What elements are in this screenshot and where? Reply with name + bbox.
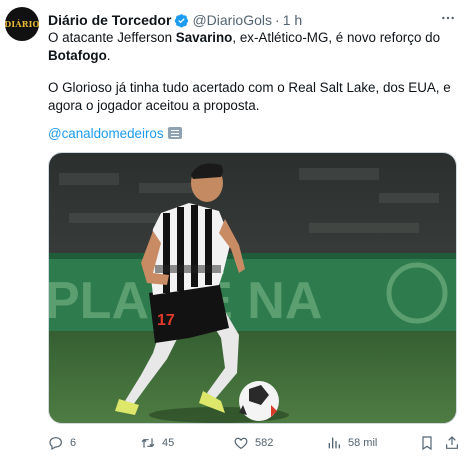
header-separator: ·	[275, 12, 280, 28]
reply-icon	[49, 437, 62, 451]
tweet-header: Diário de Torcedor @DiarioGols · 1 h	[48, 10, 302, 30]
avatar[interactable]: DIÁRIO	[5, 7, 39, 41]
tweet-bold-player: Savarino	[175, 30, 233, 45]
views-button[interactable]: 58 mil	[326, 432, 377, 454]
tweet-text-segment: .	[106, 48, 111, 63]
account-name[interactable]: Diário de Torcedor	[48, 12, 171, 28]
bookmark-icon	[422, 436, 432, 451]
bookmark-button[interactable]	[419, 432, 435, 454]
more-options-icon[interactable]	[438, 8, 458, 28]
retweet-button[interactable]: 45	[140, 432, 174, 454]
retweet-icon	[141, 438, 155, 448]
tweet-card[interactable]: DIÁRIO Diário de Torcedor @DiarioGols · …	[0, 0, 467, 461]
newspaper-icon	[167, 127, 182, 139]
verified-badge-icon	[175, 13, 189, 27]
like-button[interactable]: 582	[233, 432, 273, 454]
tweet-timestamp[interactable]: 1 h	[283, 12, 302, 28]
player-photo: PLAS É NA 17	[49, 153, 456, 423]
views-chart-icon	[328, 437, 340, 449]
tweet-actions: 6 45 582 58 mil	[0, 432, 467, 454]
share-button[interactable]	[444, 432, 460, 454]
reply-button[interactable]: 6	[48, 432, 76, 454]
tweet-paragraph-1: O atacante Jefferson Savarino, ex-Atléti…	[48, 29, 460, 65]
mention-link[interactable]: @canaldomedeiros	[48, 126, 164, 141]
share-icon	[446, 436, 458, 449]
views-count: 58 mil	[348, 437, 378, 449]
account-handle[interactable]: @DiarioGols	[192, 12, 272, 28]
tweet-media-photo[interactable]: PLAS É NA 17	[48, 152, 457, 424]
reply-count: 6	[70, 437, 77, 449]
heart-icon	[234, 437, 248, 450]
retweet-count: 45	[162, 437, 175, 449]
tweet-paragraph-2: O Glorioso já tinha tudo acertado com o …	[48, 80, 451, 113]
soccer-ball	[239, 381, 279, 421]
tweet-text-segment: , ex-Atlético-MG, é novo reforço do	[232, 30, 441, 45]
like-count: 582	[255, 437, 274, 449]
avatar-logo-text: DIÁRIO	[5, 19, 39, 29]
tweet-bold-club: Botafogo	[48, 48, 107, 63]
tweet-text-segment: O atacante Jefferson	[48, 30, 176, 45]
tweet-mention-line: @canaldomedeiros	[48, 125, 460, 143]
jersey-number: 17	[157, 312, 175, 329]
